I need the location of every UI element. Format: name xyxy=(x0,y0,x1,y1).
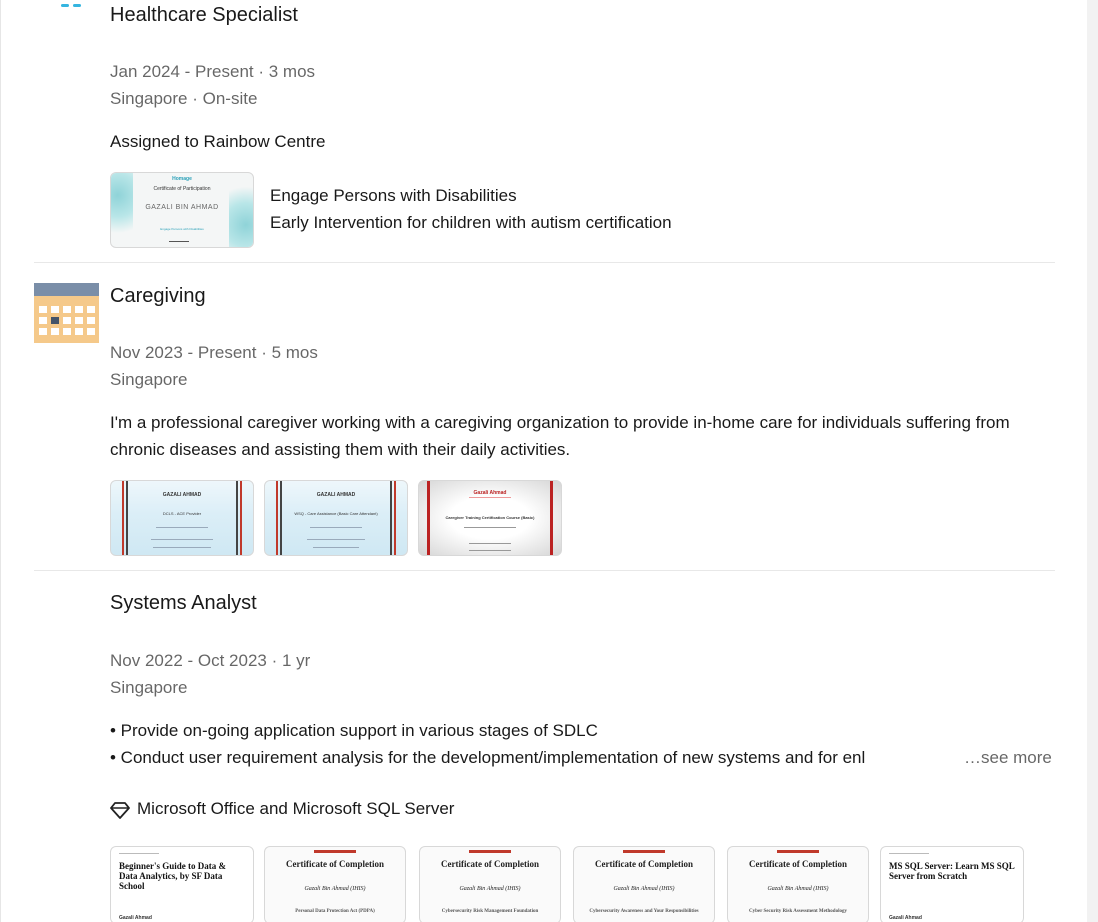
cert-course: Engage Persons with Disabilities xyxy=(160,227,204,231)
cert-title: Certificate of Completion xyxy=(441,859,539,869)
job-location: Singapore xyxy=(110,678,188,697)
media-title[interactable]: Engage Persons with Disabilities xyxy=(270,186,517,206)
scrollbar[interactable] xyxy=(1087,0,1098,922)
cert-name: Gazali Ahmad xyxy=(473,490,507,496)
experience-section: Healthcare Specialist Jan 2024 - Present… xyxy=(0,0,1088,922)
cert-course: Cyber Security Risk Assessment Methodolo… xyxy=(749,909,847,914)
cert-course: Cybersecurity Awareness and Your Respons… xyxy=(589,909,699,914)
certificate-thumbnail[interactable]: Certificate of Completion Gazali Bin Ahm… xyxy=(727,846,869,922)
cert-title: Certificate of Completion xyxy=(595,859,693,869)
cert-course: Cybersecurity Risk Management Foundation xyxy=(441,909,539,914)
calendar-icon[interactable] xyxy=(34,283,99,343)
cert-name: Gazali Bin Ahmad (IHIS) xyxy=(767,886,829,892)
job-location: Singapore · On-site xyxy=(110,89,258,108)
certificate-thumbnail[interactable]: Gazali Ahmad Caregiver Training Certific… xyxy=(418,480,562,556)
cert-name: Gazali Ahmad xyxy=(119,915,152,921)
job-duration: Nov 2023 - Present · 5 mos xyxy=(110,343,318,362)
job-duration: Jan 2024 - Present · 3 mos xyxy=(110,62,316,81)
certificate-thumbnail[interactable]: Beginner's Guide to Data & Data Analytic… xyxy=(110,846,254,922)
certificate-thumbnail[interactable]: MS SQL Server: Learn MS SQL Server from … xyxy=(880,846,1024,922)
see-more-button[interactable]: …see more xyxy=(964,748,1052,768)
certificate-thumbnail[interactable]: Homage Certificate of Participation GAZA… xyxy=(110,172,254,248)
cert-title: Certificate of Completion xyxy=(749,859,847,869)
cert-name: Gazali Bin Ahmad (IHIS) xyxy=(304,886,366,892)
certificate-thumbnail[interactable]: GAZALI AHMAD DCLS - ACE Provider xyxy=(110,480,254,556)
cert-title: MS SQL Server: Learn MS SQL Server from … xyxy=(889,861,1015,881)
job-title: Caregiving xyxy=(110,285,206,307)
cert-name: Gazali Ahmad xyxy=(889,915,922,921)
certificate-thumbnail[interactable]: GAZALI AHMAD WSQ - Care Assistance (Basi… xyxy=(264,480,408,556)
cert-name: Gazali Bin Ahmad (IHIS) xyxy=(613,886,675,892)
skills-label: Microsoft Office and Microsoft SQL Serve… xyxy=(137,799,455,818)
job-bullet: • Provide on-going application support i… xyxy=(110,721,598,740)
cert-course: DCLS - ACE Provider xyxy=(162,511,202,516)
certificate-thumbnail[interactable]: Certificate of Completion Gazali Bin Ahm… xyxy=(419,846,561,922)
cert-course: Personal Data Protection Act (PDPA) xyxy=(295,909,375,914)
cert-name: GAZALI BIN AHMAD xyxy=(145,204,219,211)
cert-title: Certificate of Completion xyxy=(286,859,384,869)
certificate-thumbnail[interactable]: Certificate of Completion Gazali Bin Ahm… xyxy=(264,846,406,922)
cert-name: GAZALI AHMAD xyxy=(162,492,202,498)
company-logo[interactable] xyxy=(61,0,85,8)
job-duration: Nov 2022 - Oct 2023 · 1 yr xyxy=(110,651,311,670)
certificate-thumbnail[interactable]: Certificate of Completion Gazali Bin Ahm… xyxy=(573,846,715,922)
cert-heading: Certificate of Participation xyxy=(153,186,211,192)
cert-name: GAZALI AHMAD xyxy=(316,492,356,498)
job-title: Systems Analyst xyxy=(110,592,257,614)
divider xyxy=(34,262,1055,263)
diamond-icon xyxy=(110,802,130,819)
cert-brand: Homage xyxy=(172,176,192,182)
job-bullet: • Conduct user requirement analysis for … xyxy=(110,748,866,767)
job-description: I'm a professional caregiver working wit… xyxy=(110,413,1010,459)
job-location: Singapore xyxy=(110,370,188,389)
divider xyxy=(34,570,1055,571)
job-title: Healthcare Specialist xyxy=(110,4,298,26)
cert-title: Beginner's Guide to Data & Data Analytic… xyxy=(119,861,226,891)
cert-name: Gazali Bin Ahmad (IHIS) xyxy=(459,886,521,892)
cert-course: Caregiver Training Certification Course … xyxy=(445,515,535,520)
job-description: Assigned to Rainbow Centre xyxy=(110,132,326,151)
cert-course: WSQ - Care Assistance (Basic Care Attend… xyxy=(294,511,378,516)
media-subtitle: Early Intervention for children with aut… xyxy=(270,213,672,232)
signature-icon xyxy=(169,235,189,242)
